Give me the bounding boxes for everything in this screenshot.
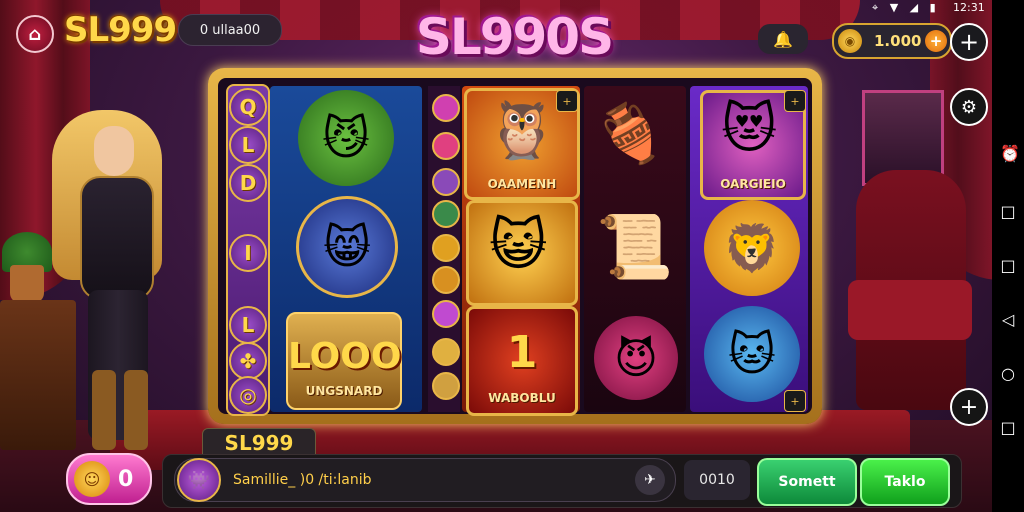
character-boot-left [92,370,116,450]
character-face [94,126,134,176]
letter-6: ✤ [229,342,267,380]
gem-red [432,132,460,160]
blue-cat-icon: 😸 [296,196,398,298]
jackpot-chest: LOOO UNGSNARD [286,312,402,410]
spin-button[interactable]: Taklo [860,458,950,506]
notification-button[interactable]: 🔔 [758,24,808,54]
plus-corner-icon-2: + [784,90,806,112]
tile-number-label: WABOBLU [488,391,556,405]
bell-icon: 🔔 [773,29,793,49]
gear-icon: ⚙ [960,96,978,118]
balance-value: 1.000 [874,32,922,50]
letter-7: ◎ [229,376,267,414]
demon-cat-icon: 😈 [594,316,678,400]
gem-green [432,200,460,228]
goblin-cat-icon: 😼 [298,90,394,186]
gem-orange [432,266,460,294]
coin-count: 0 [118,466,134,492]
avatar: 👾 [177,458,221,502]
golden-cat-icon: 😺 [489,213,548,278]
gem-purple [432,168,460,196]
jackpot-label: UNGSNARD [305,384,383,398]
jackpot-text: LOOO [288,336,402,377]
tile-number-value: 1 [506,327,538,378]
letter-3: D [229,164,267,202]
tile-number: 1 WABOBLU [466,306,578,416]
promo-pill[interactable]: 0 ullaa00 [178,14,282,46]
lion-cat-icon: 🦁 [704,200,800,296]
plus-corner-icon: + [556,90,578,112]
chat-input-text: Samillie_ )0 /ti:lanib [233,472,372,488]
letter-4: I [229,234,267,272]
brand-logo: SL999 [64,10,177,50]
nav-home-button[interactable]: ○ [1000,364,1016,383]
chat-input[interactable]: 👾 Samillie_ )0 /ti:lanib ✈ [174,458,676,502]
settings-button[interactable]: ⚙ [950,88,988,126]
plus-button-bottom[interactable]: + [950,388,988,426]
square-icon-2: □ [1000,256,1016,275]
gem-pink [432,94,460,122]
game-title: SL990S [415,8,614,66]
character-boot-right [124,370,148,450]
gem-violet [432,300,460,328]
plant-pot [10,265,44,303]
nav-back-button[interactable]: ◁ [1000,310,1016,329]
home-icon: ⌂ [28,23,42,45]
pink-cat-icon: 😻 [721,97,778,160]
coin-icon: ◉ [838,29,862,53]
nav-recents-button[interactable]: □ [1000,418,1016,437]
add-coins-button[interactable]: + [925,30,947,52]
tile-pink-cat-label: OARGIEIO [720,177,786,191]
coin-icon-bottom: ☺ [74,461,110,497]
ice-cat-icon: 🐱 [704,306,800,402]
plus-icon: + [959,394,979,420]
cabinet [0,300,76,450]
letter-5: L [229,306,267,344]
gem-yellow [432,372,460,400]
home-button[interactable]: ⌂ [16,15,54,53]
scroll-icon: 📜 [596,210,674,283]
character-armor [80,176,154,300]
plus-corner-icon-3: + [784,390,806,412]
owl-icon: 🦉 [487,98,557,163]
letter-2: L [229,126,267,164]
send-button[interactable]: ✈ [635,465,665,495]
alarm-icon: ⏰ [1000,144,1020,163]
square-icon: □ [1000,202,1016,221]
plus-button-top[interactable]: + [950,23,988,61]
tile-owl-label: OAAMENH [487,177,557,191]
coin-counter[interactable]: ☺ 0 [66,453,152,505]
plane-icon: ✈ [644,472,656,488]
armchair-seat [848,280,972,340]
balance-display: ◉ 1.000 + [832,23,952,59]
letter-1: Q [229,88,267,126]
submit-button[interactable]: Somett [757,458,857,506]
gem-star [432,234,460,262]
status-icons: ⌖ ▼ ◢ ▮ [872,1,940,14]
bet-value[interactable]: 0010 [684,460,750,500]
tile-cat: 😺 [466,200,578,306]
gem-gold [432,338,460,366]
status-time: 12:31 [953,1,985,14]
